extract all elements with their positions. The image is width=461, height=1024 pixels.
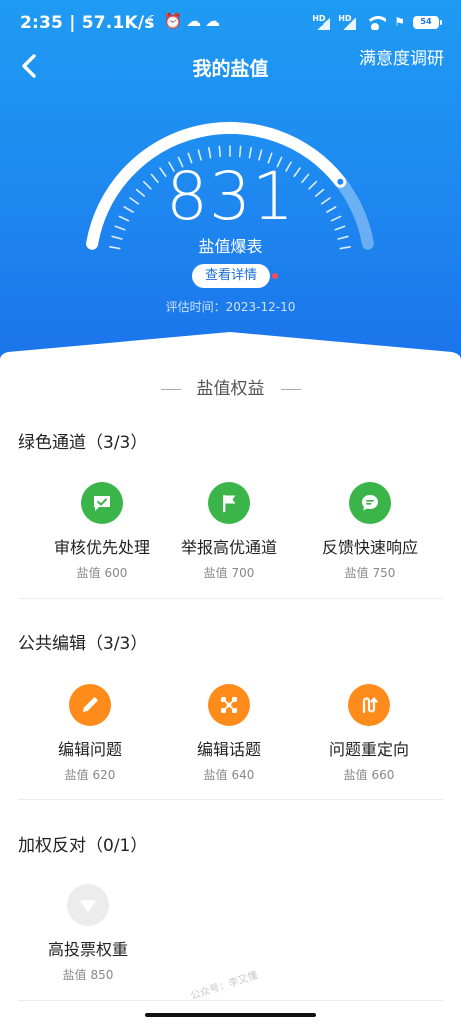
status-icons-right: HD HD ⚑ 54	[312, 14, 442, 30]
vpn-icon: ⚑	[394, 15, 405, 29]
wifi-icon	[364, 14, 387, 30]
group-title-green-channel: 绿色通道（3/3）	[18, 433, 148, 453]
gauge-tick	[218, 145, 222, 158]
status-icons-left: ☾⏰☁☁	[146, 12, 224, 30]
score-level: 盐值爆表	[198, 237, 263, 256]
divider	[18, 799, 443, 800]
downvote-icon	[67, 884, 109, 926]
gauge-tick	[238, 145, 242, 158]
divider	[18, 598, 443, 599]
eval-time: 评估时间：2023-12-10	[165, 300, 296, 314]
alarm-icon: ⏰	[163, 12, 187, 30]
signal-icon: HD	[312, 14, 331, 30]
battery-icon: 54	[413, 15, 442, 29]
benefit-question-redirect[interactable]: 问题重定向 盐值 660	[294, 684, 444, 783]
pencil-icon	[69, 684, 111, 726]
status-bar: 2:35 | 57.1K/s ☾⏰☁☁ HD HD ⚑ 54	[0, 0, 461, 44]
benefit-edit-topic[interactable]: 编辑话题 盐值 640	[154, 684, 304, 783]
gauge-tick	[248, 147, 252, 159]
redirect-icon	[348, 684, 390, 726]
moon-icon: ☾	[146, 12, 164, 30]
flag-icon	[208, 482, 250, 524]
view-details-button[interactable]: 查看详情	[192, 264, 270, 288]
divider	[18, 1000, 443, 1001]
group-title-weighted-downvote: 加权反对（0/1）	[18, 836, 148, 856]
home-indicator[interactable]	[145, 1013, 316, 1017]
benefits-section-title: 盐值权益	[0, 374, 461, 399]
group-title-public-edit: 公共编辑（3/3）	[18, 634, 148, 654]
benefit-report-priority[interactable]: 举报高优通道 盐值 700	[154, 482, 304, 581]
message-icon	[349, 482, 391, 524]
benefit-high-vote-weight[interactable]: 高投票权重 盐值 850	[13, 884, 163, 983]
benefit-edit-question[interactable]: 编辑问题 盐值 620	[15, 684, 165, 783]
notification-icon: ☁	[186, 12, 206, 30]
score-value: 831	[166, 158, 295, 235]
chat-check-icon	[81, 482, 123, 524]
signal-icon: HD	[338, 14, 357, 30]
survey-link[interactable]: 满意度调研	[359, 44, 444, 69]
notification-dot	[272, 273, 278, 279]
watermark: 公众号：李又懂	[189, 970, 260, 1003]
nodes-icon	[208, 684, 250, 726]
gauge-tick	[208, 147, 212, 159]
wave-divider	[0, 332, 461, 375]
notification-icon: ☁	[205, 12, 225, 30]
benefit-fast-feedback[interactable]: 反馈快速响应 盐值 750	[295, 482, 445, 581]
status-time: 2:35 | 57.1K/s	[20, 13, 155, 33]
